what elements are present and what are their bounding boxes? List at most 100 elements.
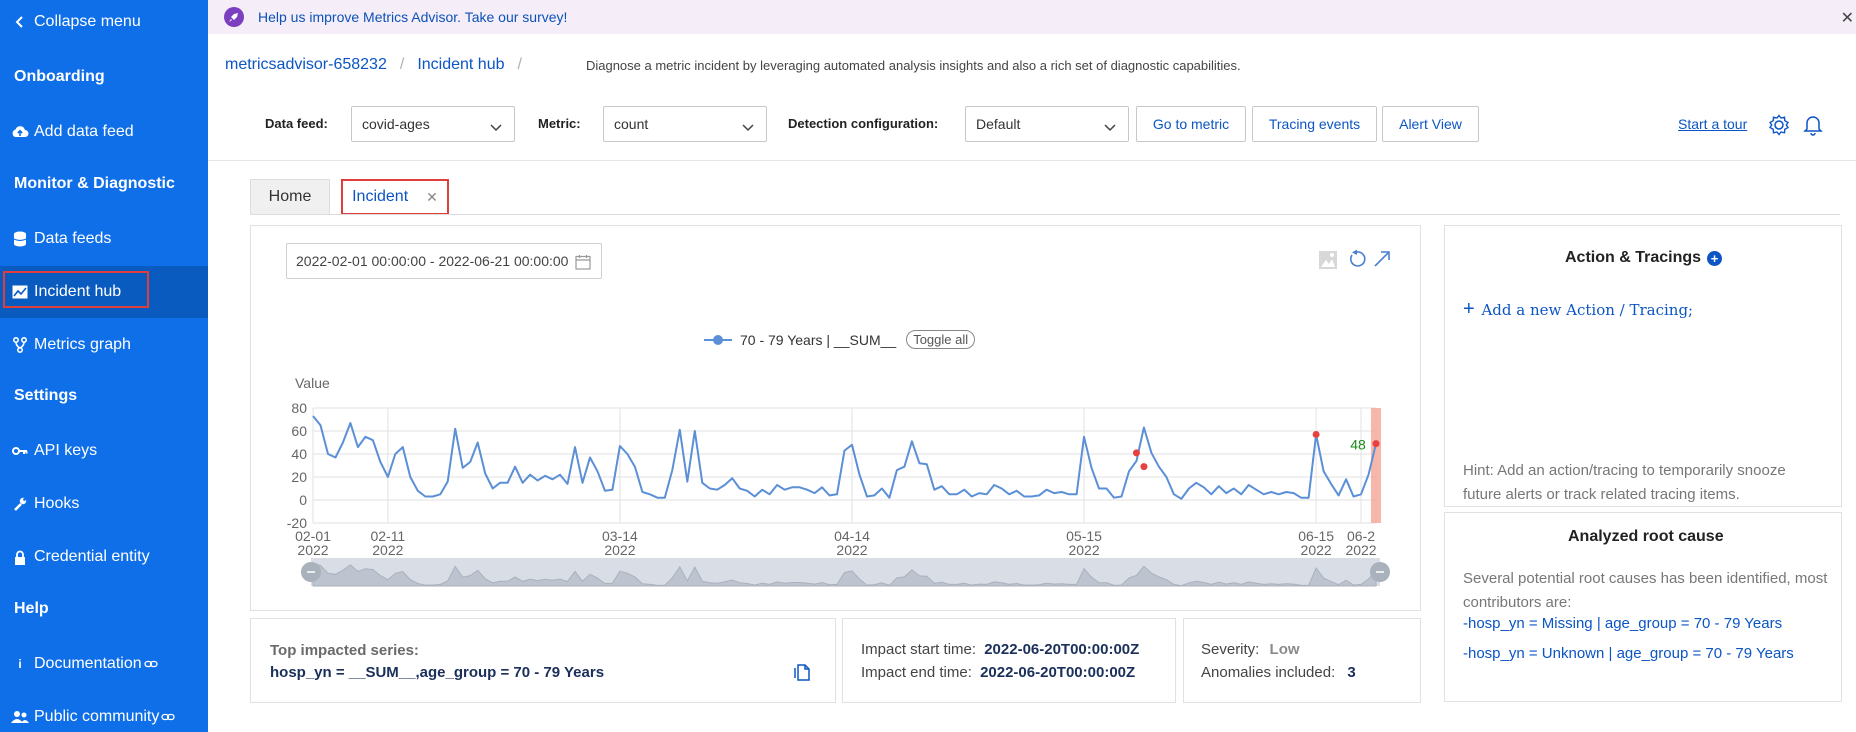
sidebar-item-public-community[interactable]: Public community <box>0 691 208 732</box>
legend-marker-icon[interactable] <box>704 334 732 346</box>
rocket-icon <box>224 7 244 27</box>
metric-dropdown[interactable]: count <box>603 106 767 142</box>
graph-node-icon <box>10 337 30 353</box>
impact-end-label: Impact end time: <box>861 664 972 681</box>
gear-icon[interactable] <box>1768 114 1790 141</box>
sidebar-item-credential-entity[interactable]: Credential entity <box>0 531 208 583</box>
top-impacted-label: Top impacted series: <box>270 642 419 659</box>
root-cause-item[interactable]: -hosp_yn = Missing | age_group = 70 - 79… <box>1463 615 1782 632</box>
sidebar-item-label: Data feeds <box>34 230 112 247</box>
data-feed-value: covid-ages <box>362 116 430 132</box>
y-tick-label: 40 <box>291 446 307 462</box>
sidebar-item-label: Public community <box>34 708 160 725</box>
impact-start-label: Impact start time: <box>861 641 977 658</box>
impact-start-row: Impact start time: 2022-06-20T00:00:00Z <box>861 641 1139 658</box>
detection-config-label: Detection configuration: <box>788 116 939 131</box>
breadcrumb: metricsadvisor-658232 / Incident hub / D… <box>225 56 1241 74</box>
close-tab-icon[interactable]: ✕ <box>426 189 438 206</box>
save-image-icon[interactable] <box>1318 250 1338 275</box>
section-onboarding: Onboarding <box>14 68 105 85</box>
root-cause-intro: Several potential root causes has been i… <box>1463 570 1828 611</box>
sidebar-item-hooks[interactable]: Hooks <box>0 478 208 530</box>
tab-incident-label: Incident <box>352 188 409 205</box>
sidebar-item-label: Credential entity <box>34 548 150 565</box>
action-hint: Hint: Add an action/tracing to temporari… <box>1463 462 1786 503</box>
sidebar-item-add-data-feed[interactable]: Add data feed <box>0 106 208 158</box>
tab-home[interactable]: Home <box>250 179 330 215</box>
line-chart: Value 806040200-2002-01202202-11202203-1… <box>287 375 1390 587</box>
y-tick-label: 80 <box>291 400 307 416</box>
anomaly-point <box>1132 449 1140 457</box>
date-range-value: 2022-02-01 00:00:00 - 2022-06-21 00:00:0… <box>296 253 569 269</box>
metric-value: count <box>614 116 649 132</box>
collapse-menu-button[interactable]: Collapse menu <box>0 0 208 48</box>
page-description: Diagnose a metric incident by leveraging… <box>585 57 1241 73</box>
section-settings: Settings <box>14 387 78 404</box>
legend-series-label[interactable]: 70 - 79 Years | __SUM__ <box>740 332 896 348</box>
series-line <box>312 415 1377 500</box>
alert-view-button[interactable]: Alert View <box>1382 106 1479 142</box>
anomaly-highlight-band <box>1371 408 1381 523</box>
external-link-icon <box>143 659 158 669</box>
tracing-events-button[interactable]: Tracing events <box>1252 106 1377 142</box>
section-monitor: Monitor & Diagnostic <box>14 175 175 192</box>
action-tracings-title: Action & Tracings + <box>1565 249 1723 267</box>
detection-config-dropdown[interactable]: Default <box>965 106 1129 142</box>
sidebar-item-api-keys[interactable]: API keys <box>0 425 208 477</box>
reset-icon[interactable] <box>1348 249 1366 273</box>
action-tracings-heading: Action & Tracings <box>1565 249 1702 266</box>
data-zoom-slider[interactable] <box>301 558 1390 587</box>
close-icon[interactable]: ✕ <box>1841 8 1854 28</box>
x-tick-year: 2022 <box>604 542 635 558</box>
section-help: Help <box>14 600 49 617</box>
sidebar-item-data-feeds[interactable]: Data feeds <box>0 213 208 265</box>
x-tick-year: 2022 <box>297 542 328 558</box>
y-axis-label: Value <box>295 375 330 391</box>
chevron-down-icon <box>490 119 502 135</box>
tab-incident[interactable]: Incident ✕ <box>341 179 449 215</box>
external-link-icon <box>161 712 176 722</box>
detection-config-value: Default <box>976 116 1021 132</box>
breadcrumb-resource[interactable]: metricsadvisor-658232 <box>225 56 387 74</box>
breadcrumb-page[interactable]: Incident hub <box>417 56 504 74</box>
severity-card: Severity: Low Anomalies included: 3 <box>1183 618 1421 703</box>
go-to-metric-button[interactable]: Go to metric <box>1136 106 1246 142</box>
start-tour-link[interactable]: Start a tour <box>1678 116 1747 132</box>
impact-end-value: 2022-06-20T00:00:00Z <box>980 664 1136 681</box>
anomalies-label: Anomalies included: <box>1201 664 1336 681</box>
add-circle-icon[interactable]: + <box>1707 250 1723 266</box>
chevron-down-icon <box>742 119 754 135</box>
cloud-upload-icon <box>10 125 30 139</box>
chevron-down-icon <box>1104 119 1116 135</box>
sidebar-item-label: Documentation <box>34 655 142 672</box>
anomaly-point <box>1312 430 1320 438</box>
bell-icon[interactable] <box>1803 114 1823 141</box>
survey-banner: Help us improve Metrics Advisor. Take ou… <box>208 0 1856 34</box>
root-cause-item[interactable]: -hosp_yn = Unknown | age_group = 70 - 79… <box>1463 645 1794 662</box>
expand-icon[interactable] <box>1373 250 1391 273</box>
data-feed-dropdown[interactable]: covid-ages <box>351 106 515 142</box>
copy-icon[interactable] <box>793 662 811 687</box>
anomalies-value: 3 <box>1347 664 1356 681</box>
highlight-box <box>3 271 149 308</box>
x-tick-year: 2022 <box>1068 542 1099 558</box>
sidebar-item-documentation[interactable]: i Documentation <box>0 638 208 690</box>
collapse-menu-label: Collapse menu <box>34 13 141 30</box>
data-feed-label: Data feed: <box>265 116 328 131</box>
info-icon: i <box>18 657 22 671</box>
sidebar-item-label: Hooks <box>34 495 80 512</box>
add-action-link[interactable]: + Add a new Action / Tracing; <box>1463 298 1693 321</box>
metric-label: Metric: <box>538 116 581 131</box>
sidebar-item-metrics-graph[interactable]: Metrics graph <box>0 319 208 371</box>
plus-icon: + <box>1463 298 1475 320</box>
y-tick-label: 0 <box>299 492 307 508</box>
sidebar-item-label: Metrics graph <box>34 336 131 353</box>
toggle-all-button[interactable]: Toggle all <box>906 330 976 349</box>
chart-legend: 70 - 79 Years | __SUM__ Toggle all <box>704 330 976 349</box>
date-range-picker[interactable]: 2022-02-01 00:00:00 - 2022-06-21 00:00:0… <box>286 243 602 279</box>
chevron-left-icon <box>10 15 30 29</box>
survey-link[interactable]: Help us improve Metrics Advisor. Take ou… <box>258 9 567 25</box>
top-impacted-value: hosp_yn = __SUM__,age_group = 70 - 79 Ye… <box>270 664 605 681</box>
impact-end-row: Impact end time: 2022-06-20T00:00:00Z <box>861 664 1135 681</box>
severity-value: Low <box>1269 641 1300 658</box>
